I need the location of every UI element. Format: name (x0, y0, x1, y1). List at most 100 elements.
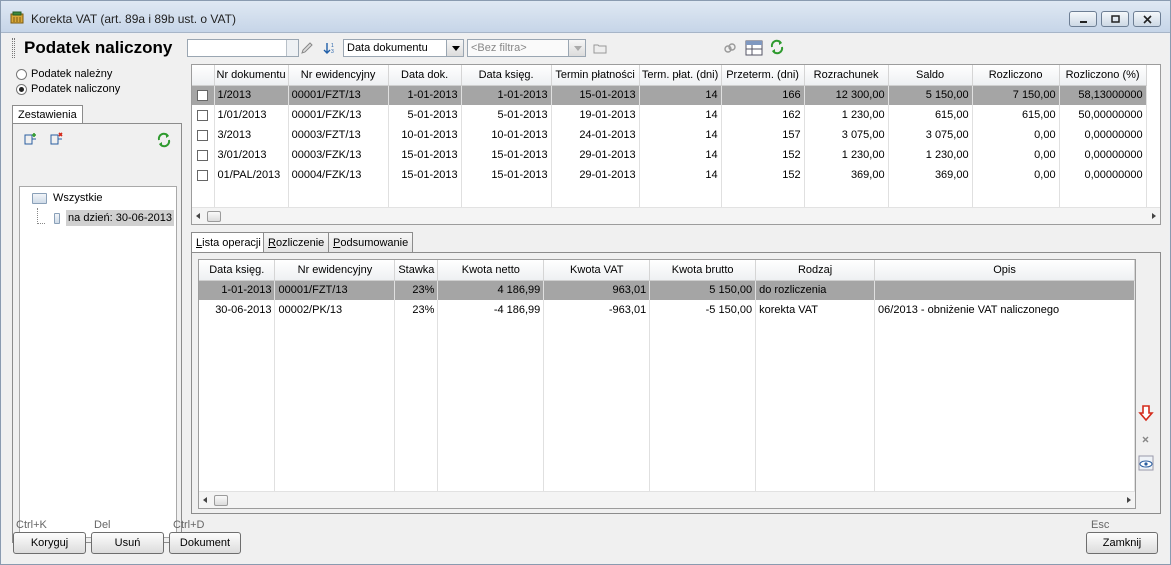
table-row[interactable]: 1/2013 00001/FZT/13 1-01-2013 1-01-2013 … (192, 85, 1147, 105)
column-header[interactable]: Rozrachunek (804, 65, 889, 86)
operations-hscrollbar[interactable] (199, 491, 1135, 508)
refresh-tree-icon[interactable] (156, 132, 172, 148)
column-header[interactable]: Kwota VAT (543, 260, 651, 281)
column-header[interactable]: Rozliczono (%) (1059, 65, 1147, 86)
column-header[interactable]: Data księg. (199, 260, 276, 281)
zamknij-shortcut: Esc (1091, 519, 1110, 531)
sort-combo-dropdown[interactable] (446, 40, 463, 56)
folder-icon[interactable] (593, 41, 607, 55)
table-row[interactable]: 30-06-2013 00002/PK/13 23% -4 186,99 -96… (199, 300, 1135, 320)
table-view-icon[interactable] (745, 39, 763, 57)
koryguj-button[interactable]: Koryguj (13, 532, 86, 554)
tree-item-wszystkie[interactable]: Wszystkie (32, 189, 103, 207)
tab-podsumowanie[interactable]: Podsumowanie (328, 232, 414, 252)
search-input[interactable] (187, 39, 299, 57)
documents-hscrollbar[interactable] (192, 207, 1160, 224)
radio-button[interactable] (16, 68, 27, 80)
sort-combo[interactable]: Data dokumentu (343, 39, 464, 57)
column-header[interactable]: Term. płat. (dni) (639, 65, 722, 86)
table-cell: 3 075,00 (804, 125, 889, 145)
radio-button-checked[interactable] (16, 83, 27, 95)
table-cell: 162 (721, 105, 805, 125)
table-cell: 0,00 (972, 165, 1060, 185)
link-icon[interactable] (723, 41, 737, 55)
row-checkbox-cell[interactable] (192, 145, 215, 165)
row-checkbox[interactable] (197, 129, 209, 141)
table-row[interactable]: 01/PAL/2013 00004/FZK/13 15-01-2013 15-0… (192, 165, 1147, 185)
row-checkbox[interactable] (197, 149, 209, 161)
column-header[interactable]: Przeterm. (dni) (721, 65, 805, 86)
filter-combo-dropdown[interactable] (568, 40, 585, 56)
column-header[interactable]: Opis (874, 260, 1135, 281)
scroll-right-icon[interactable] (1152, 213, 1156, 219)
column-header[interactable]: Nr ewidencyjny (274, 260, 396, 281)
row-checkbox[interactable] (197, 89, 209, 101)
row-checkbox[interactable] (197, 109, 209, 121)
filter-combo[interactable]: <Bez filtra> (467, 39, 586, 57)
scroll-thumb[interactable] (207, 211, 221, 222)
tab-rozliczenie[interactable]: Rozliczenie (263, 232, 330, 252)
documents-grid: Nr dokumentu Nr ewidencyjny Data dok. Da… (191, 64, 1161, 225)
radio-podatek-naliczony[interactable]: Podatek naliczony (16, 82, 120, 96)
row-checkbox-cell[interactable] (192, 85, 215, 105)
delete-row-icon[interactable] (1137, 430, 1155, 448)
delete-node-icon[interactable] (48, 132, 64, 148)
scroll-right-icon[interactable] (1127, 497, 1131, 503)
column-header[interactable]: Nr ewidencyjny (288, 65, 389, 86)
toolbar-grip[interactable] (12, 38, 15, 58)
title-bar: Korekta VAT (art. 89a i 89b ust. o VAT) (1, 1, 1170, 33)
column-header[interactable]: Kwota brutto (649, 260, 757, 281)
close-window-button[interactable] (1133, 11, 1161, 27)
maximize-button[interactable] (1101, 11, 1129, 27)
refresh-icon[interactable] (769, 39, 785, 55)
pencil-icon[interactable] (300, 41, 314, 55)
table-cell: 166 (721, 85, 805, 105)
column-header[interactable]: Data księg. (461, 65, 552, 86)
table-cell: 7 150,00 (972, 85, 1060, 105)
column-header[interactable]: Kwota netto (437, 260, 545, 281)
row-checkbox[interactable] (197, 169, 209, 181)
preview-icon[interactable] (1137, 454, 1155, 472)
table-row[interactable]: 3/01/2013 00003/FZK/13 15-01-2013 15-01-… (192, 145, 1147, 165)
operations-grid: Data księg. Nr ewidencyjny Stawka Kwota … (198, 259, 1136, 509)
column-header[interactable]: Termin płatności (551, 65, 640, 86)
table-row[interactable]: 3/2013 00003/FZT/13 10-01-2013 10-01-201… (192, 125, 1147, 145)
table-cell: do rozliczenia (755, 280, 876, 300)
row-checkbox-cell[interactable] (192, 105, 215, 125)
scroll-left-icon[interactable] (203, 497, 207, 503)
dokument-button[interactable]: Dokument (169, 532, 241, 554)
table-cell: -5 150,00 (649, 300, 757, 320)
row-checkbox-cell[interactable] (192, 125, 215, 145)
scroll-thumb[interactable] (214, 495, 228, 506)
table-cell: 1/01/2013 (214, 105, 289, 125)
spin-arrows[interactable] (286, 40, 298, 56)
add-node-icon[interactable] (22, 132, 38, 148)
column-header[interactable]: Rozliczono (972, 65, 1060, 86)
zamknij-button[interactable]: Zamknij (1086, 532, 1158, 554)
tab-zestawienia[interactable]: Zestawienia (12, 105, 83, 124)
minimize-button[interactable] (1069, 11, 1097, 27)
column-header[interactable]: Data dok. (388, 65, 462, 86)
column-header[interactable]: Rodzaj (755, 260, 876, 281)
tab-label: odsumowanie (340, 237, 409, 249)
scroll-left-icon[interactable] (196, 213, 200, 219)
column-header[interactable]: Stawka (394, 260, 439, 281)
table-row[interactable]: 1-01-2013 00001/FZT/13 23% 4 186,99 963,… (199, 280, 1135, 300)
tree-item-label: na dzień: 30-06-2013 (66, 210, 174, 226)
radio-label: Podatek należny (31, 68, 113, 80)
tree-item-na-dzien[interactable]: na dzień: 30-06-2013 (54, 209, 174, 227)
column-header[interactable]: Nr dokumentu (214, 65, 289, 86)
table-cell: 615,00 (972, 105, 1060, 125)
toolbar: Podatek naliczony 13 Data dokumentu <Bez… (2, 34, 1169, 62)
table-cell: 1 230,00 (804, 145, 889, 165)
usun-button[interactable]: Usuń (91, 532, 164, 554)
tab-lista-operacji[interactable]: Lista operacji (191, 232, 266, 253)
arrow-down-icon[interactable] (1137, 404, 1155, 422)
row-checkbox-cell[interactable] (192, 165, 215, 185)
table-row[interactable]: 1/01/2013 00001/FZK/13 5-01-2013 5-01-20… (192, 105, 1147, 125)
sort-combo-value: Data dokumentu (347, 42, 428, 54)
sort-icon[interactable]: 13 (323, 41, 337, 55)
radio-podatek-nalezny[interactable]: Podatek należny (16, 67, 112, 81)
column-header[interactable]: Saldo (888, 65, 973, 86)
table-cell: 5-01-2013 (388, 105, 462, 125)
